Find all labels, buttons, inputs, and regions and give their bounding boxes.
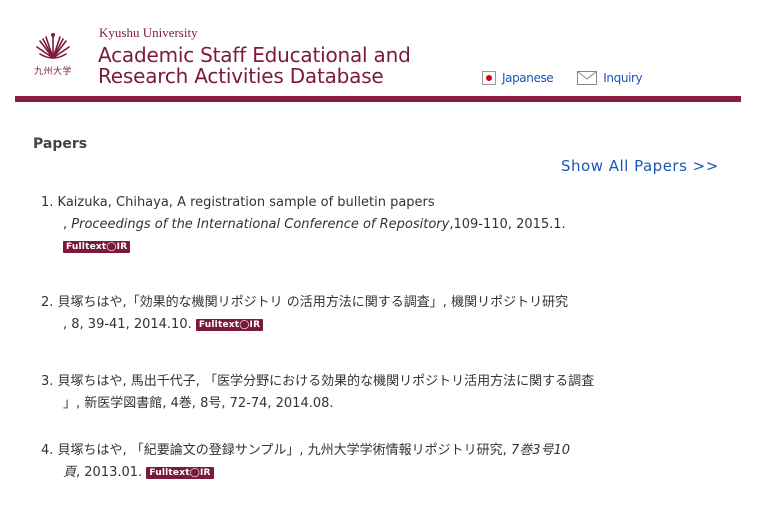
site-title-line1: Academic Staff Educational and: [98, 43, 411, 67]
fulltext-qir-badge[interactable]: Fulltext◯IR: [195, 318, 264, 331]
paper-number: 3.: [41, 374, 54, 389]
site-title-line2: Research Activities Database: [98, 64, 384, 88]
paper-journal: Proceedings of the International Confere…: [71, 217, 450, 232]
paper-citation-line1: 貝塚ちはや, 馬出千代子, 「医学分野における効果的な機関リポジトリ活用方法に関…: [57, 374, 595, 389]
university-logo[interactable]: 九州大学: [26, 28, 80, 84]
paper-number: 4.: [41, 443, 54, 458]
paper-number: 2.: [41, 295, 54, 310]
paper-volume: 7巻3号10: [510, 443, 571, 458]
paper-citation-suffix: , 2013.01.: [76, 465, 143, 480]
paper-citation-suffix: ,109-110, 2015.1.: [449, 217, 566, 232]
inquiry-link[interactable]: Inquiry: [553, 71, 643, 85]
paper-citation-line1: 貝塚ちはや, 「紀要論文の登録サンプル」, 九州大学学術情報リポジトリ研究,: [57, 443, 511, 458]
header-nav: Japanese Inquiry: [482, 71, 643, 85]
paper-item-1: 1. Kaizuka, Chihaya, A registration samp…: [41, 192, 566, 258]
paper-item-2: 2. 貝塚ちはや,「効果的な機関リポジトリ の活用方法に関する調査」, 機関リポ…: [41, 292, 568, 336]
japanese-link[interactable]: Japanese: [482, 71, 554, 85]
japan-flag-icon: [482, 71, 496, 85]
paper-citation-line2: 」, 新医学図書館, 4巻, 8号, 72-74, 2014.08.: [63, 396, 334, 411]
papers-heading: Papers: [33, 136, 88, 152]
fulltext-qir-badge[interactable]: Fulltext◯IR: [63, 240, 131, 253]
paper-citation-line1: Kaizuka, Chihaya, A registration sample …: [57, 195, 435, 210]
site-title[interactable]: Academic Staff Educational and Research …: [98, 45, 411, 87]
logo-text: 九州大学: [33, 67, 72, 77]
header-divider: [15, 96, 741, 102]
show-all-papers-link[interactable]: Show All Papers >>: [561, 157, 719, 175]
japanese-link-label: Japanese: [502, 71, 554, 85]
paper-citation-line2: , 8, 39-41, 2014.10.: [63, 317, 192, 332]
paper-pages: 頁: [63, 465, 77, 480]
university-name: Kyushu University: [99, 25, 198, 40]
paper-item-4: 4. 貝塚ちはや, 「紀要論文の登録サンプル」, 九州大学学術情報リポジトリ研究…: [41, 440, 570, 484]
inquiry-link-label: Inquiry: [603, 71, 643, 85]
mail-icon: [577, 71, 598, 85]
university-emblem-icon: [36, 33, 70, 59]
paper-citation-line1: 貝塚ちはや,「効果的な機関リポジトリ の活用方法に関する調査」, 機関リポジトリ…: [57, 295, 569, 310]
paper-number: 1.: [41, 195, 54, 210]
paper-item-3: 3. 貝塚ちはや, 馬出千代子, 「医学分野における効果的な機関リポジトリ活用方…: [41, 371, 594, 415]
site-header: 九州大学 Kyushu University Academic Staff Ed…: [0, 0, 759, 105]
fulltext-qir-badge[interactable]: Fulltext◯IR: [146, 466, 214, 479]
